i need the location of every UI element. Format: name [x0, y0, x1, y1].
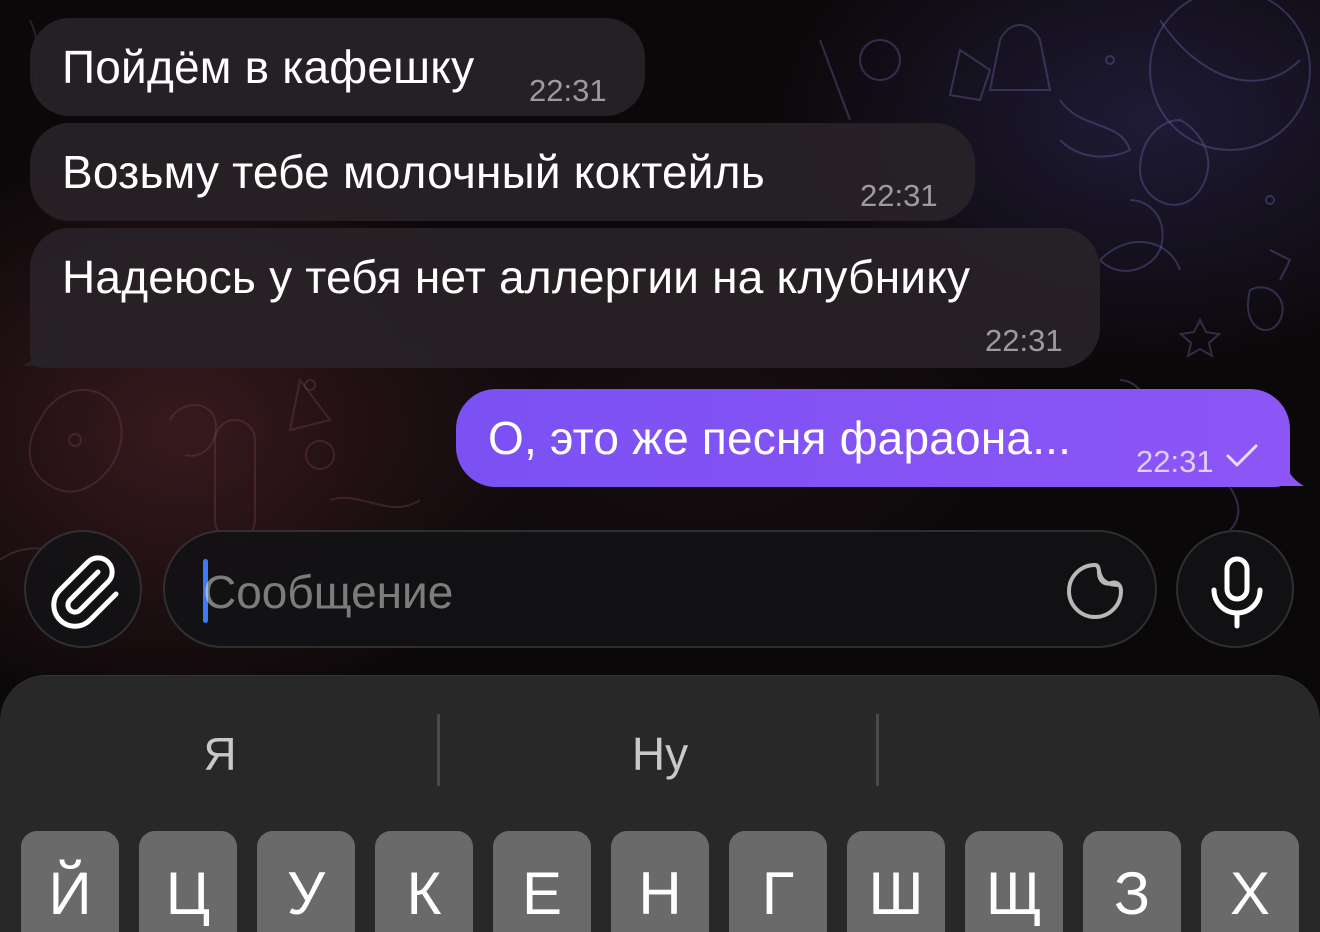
- key[interactable]: Ш: [847, 831, 945, 932]
- keyboard: Я Ну Й Ц У К Е Н Г Ш Щ З Х: [0, 675, 1320, 932]
- chat-screen: Пойдём в кафешку 22:31 Возьму тебе молоч…: [0, 0, 1320, 932]
- message-bubble-outgoing[interactable]: О, это же песня фараона... 22:31: [456, 389, 1290, 487]
- message-text: О, это же песня фараона...: [488, 412, 1072, 464]
- key[interactable]: Е: [493, 831, 591, 932]
- suggestion-divider: [437, 714, 440, 786]
- key[interactable]: Х: [1201, 831, 1299, 932]
- suggestion-item[interactable]: Ну: [460, 704, 860, 804]
- message-time: 22:31: [1136, 444, 1214, 479]
- attach-button[interactable]: [24, 530, 142, 648]
- key[interactable]: Г: [729, 831, 827, 932]
- message-text: Пойдём в кафешку: [62, 41, 475, 93]
- message-time: 22:31: [529, 73, 607, 108]
- microphone-icon: [1211, 556, 1263, 629]
- key[interactable]: У: [257, 831, 355, 932]
- key[interactable]: Щ: [965, 831, 1063, 932]
- message-bubble-incoming[interactable]: Надеюсь у тебя нет аллергии на клубнику …: [30, 228, 1100, 368]
- paperclip-icon: [51, 555, 119, 629]
- message-bubble-incoming[interactable]: Возьму тебе молочный коктейль 22:31: [30, 123, 975, 221]
- voice-message-button[interactable]: [1176, 530, 1294, 648]
- sticker-icon[interactable]: [1065, 561, 1125, 621]
- message-text: Надеюсь у тебя нет аллергии на клубнику: [62, 251, 971, 303]
- message-input[interactable]: Сообщение: [163, 530, 1157, 648]
- message-time: 22:31: [985, 323, 1063, 358]
- key[interactable]: К: [375, 831, 473, 932]
- message-text: Возьму тебе молочный коктейль: [62, 146, 765, 198]
- message-placeholder: Сообщение: [203, 566, 454, 618]
- suggestion-item[interactable]: [900, 704, 1300, 804]
- suggestion-divider: [876, 714, 879, 786]
- key[interactable]: Й: [21, 831, 119, 932]
- key[interactable]: Н: [611, 831, 709, 932]
- key[interactable]: Ц: [139, 831, 237, 932]
- message-bubble-incoming[interactable]: Пойдём в кафешку 22:31: [30, 18, 645, 116]
- message-time: 22:31: [860, 178, 938, 213]
- key[interactable]: З: [1083, 831, 1181, 932]
- suggestion-item[interactable]: Я: [20, 704, 420, 804]
- checkmark-icon: [1226, 444, 1258, 467]
